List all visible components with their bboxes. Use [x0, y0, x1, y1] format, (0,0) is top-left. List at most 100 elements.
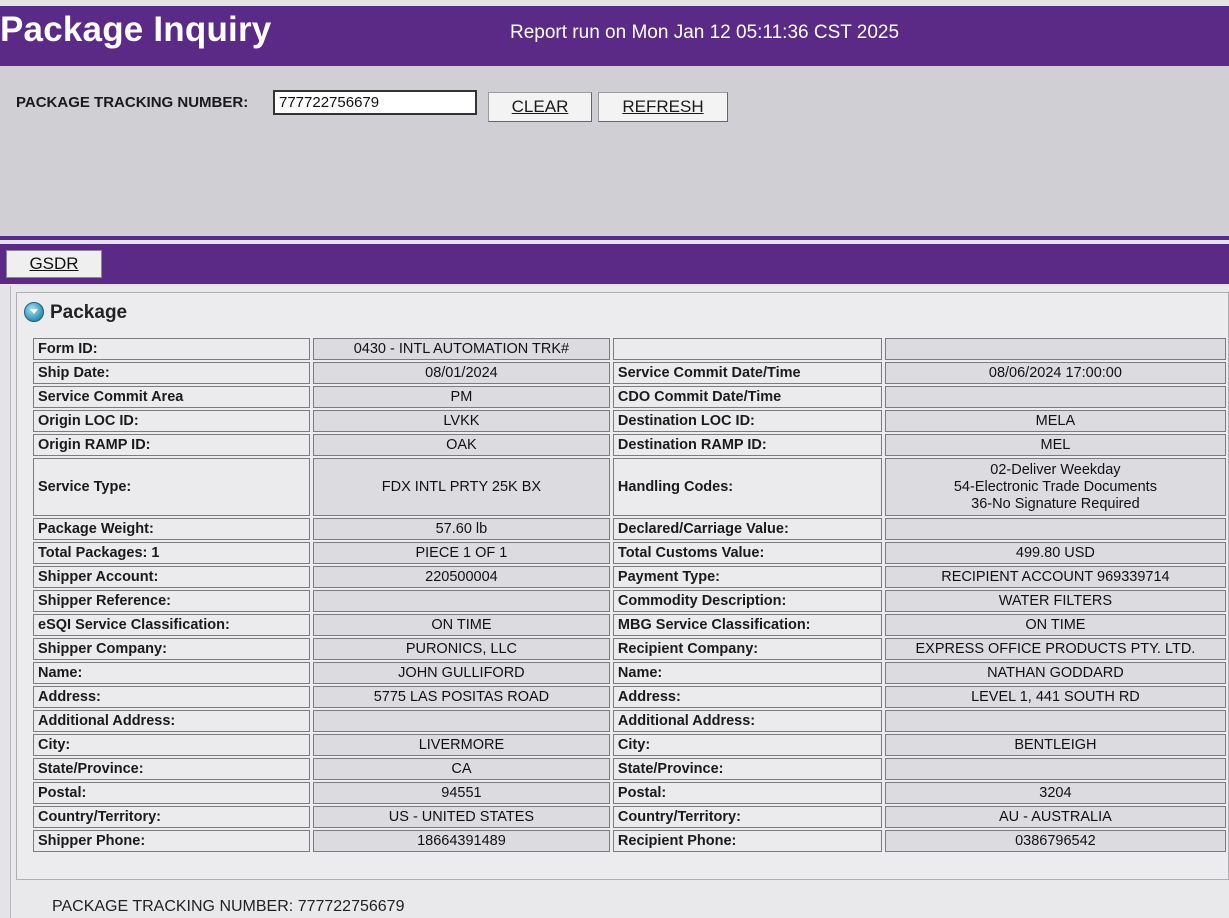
recipient-city-label: City: [612, 734, 882, 756]
table-row: City: LIVERMORE City: BENTLEIGH [33, 734, 1226, 756]
shipper-additional-address-value [312, 710, 610, 732]
package-weight-value: 57.60 lb [312, 518, 610, 540]
shipper-city-label: City: [33, 734, 310, 756]
origin-ramp-id-value: OAK [312, 434, 610, 456]
recipient-company-value: EXPRESS OFFICE PRODUCTS PTY. LTD. [884, 638, 1226, 660]
shipper-additional-address-label: Additional Address: [33, 710, 310, 732]
recipient-postal-value: 3204 [884, 782, 1226, 804]
destination-loc-id-label: Destination LOC ID: [612, 410, 882, 432]
recipient-country-label: Country/Territory: [612, 806, 882, 828]
shipper-company-value: PURONICS, LLC [312, 638, 610, 660]
recipient-additional-address-value [884, 710, 1226, 732]
shipper-address-label: Address: [33, 686, 310, 708]
shipper-company-label: Shipper Company: [33, 638, 310, 660]
shipper-phone-value: 18664391489 [312, 830, 610, 852]
tracking-number-input[interactable] [273, 90, 477, 115]
table-row: Country/Territory: US - UNITED STATES Co… [33, 806, 1226, 828]
total-customs-value-value: 499.80 USD [884, 542, 1226, 564]
total-packages-label: Total Packages: 1 [33, 542, 310, 564]
esqi-classification-label: eSQI Service Classification: [33, 614, 310, 636]
table-row: Origin LOC ID: LVKK Destination LOC ID: … [33, 410, 1226, 432]
service-type-label: Service Type: [33, 458, 310, 516]
recipient-country-value: AU - AUSTRALIA [884, 806, 1226, 828]
table-row: Service Type: FDX INTL PRTY 25K BX Handl… [33, 458, 1226, 516]
table-row: Total Packages: 1 PIECE 1 OF 1 Total Cus… [33, 542, 1226, 564]
shipper-country-value: US - UNITED STATES [312, 806, 610, 828]
recipient-phone-label: Recipient Phone: [612, 830, 882, 852]
table-row: Ship Date: 08/01/2024 Service Commit Dat… [33, 362, 1226, 384]
table-row: Package Weight: 57.60 lb Declared/Carria… [33, 518, 1226, 540]
handling-code-line: 54-Electronic Trade Documents [953, 478, 1157, 495]
service-commit-area-label: Service Commit Area [33, 386, 310, 408]
page-title: Package Inquiry [0, 10, 272, 49]
clear-button[interactable]: CLEAR [488, 92, 592, 122]
shipper-state-value: CA [312, 758, 610, 780]
service-commit-datetime-label: Service Commit Date/Time [612, 362, 882, 384]
destination-loc-id-value: MELA [884, 410, 1226, 432]
table-row: Name: JOHN GULLIFORD Name: NATHAN GODDAR… [33, 662, 1226, 684]
ship-date-value: 08/01/2024 [312, 362, 610, 384]
mbg-classification-value: ON TIME [884, 614, 1226, 636]
table-row: Shipper Company: PURONICS, LLC Recipient… [33, 638, 1226, 660]
service-commit-area-value: PM [312, 386, 610, 408]
empty-label [612, 338, 882, 360]
recipient-phone-value: 0386796542 [884, 830, 1226, 852]
recipient-additional-address-label: Additional Address: [612, 710, 882, 732]
shipper-account-label: Shipper Account: [33, 566, 310, 588]
footer-tracking-number: PACKAGE TRACKING NUMBER: 777722756679 [52, 898, 404, 916]
handling-codes-value: 02-Deliver Weekday 54-Electronic Trade D… [884, 458, 1226, 516]
tracking-number-label: PACKAGE TRACKING NUMBER: [16, 94, 249, 111]
table-row: Postal: 94551 Postal: 3204 [33, 782, 1226, 804]
recipient-address-label: Address: [612, 686, 882, 708]
shipper-phone-label: Shipper Phone: [33, 830, 310, 852]
recipient-city-value: BENTLEIGH [884, 734, 1226, 756]
declared-carriage-value-value [884, 518, 1226, 540]
footer-tracking-label: PACKAGE TRACKING NUMBER: [52, 898, 294, 915]
footer-tracking-value: 777722756679 [297, 898, 405, 915]
tab-bar [0, 244, 1229, 284]
shipper-city-value: LIVERMORE [312, 734, 610, 756]
shipper-account-value: 220500004 [312, 566, 610, 588]
service-type-value: FDX INTL PRTY 25K BX [312, 458, 610, 516]
package-weight-label: Package Weight: [33, 518, 310, 540]
mbg-classification-label: MBG Service Classification: [612, 614, 882, 636]
table-row: Shipper Phone: 18664391489 Recipient Pho… [33, 830, 1226, 852]
recipient-address-value: LEVEL 1, 441 SOUTH RD [884, 686, 1226, 708]
table-row: Shipper Reference: Commodity Description… [33, 590, 1226, 612]
declared-carriage-value-label: Declared/Carriage Value: [612, 518, 882, 540]
table-row: Additional Address: Additional Address: [33, 710, 1226, 732]
commodity-description-label: Commodity Description: [612, 590, 882, 612]
shipper-name-value: JOHN GULLIFORD [312, 662, 610, 684]
recipient-postal-label: Postal: [612, 782, 882, 804]
recipient-state-value [884, 758, 1226, 780]
empty-value [884, 338, 1226, 360]
ship-date-label: Ship Date: [33, 362, 310, 384]
shipper-postal-label: Postal: [33, 782, 310, 804]
total-packages-value: PIECE 1 OF 1 [312, 542, 610, 564]
origin-ramp-id-label: Origin RAMP ID: [33, 434, 310, 456]
report-run-timestamp: Report run on Mon Jan 12 05:11:36 CST 20… [510, 22, 900, 43]
handling-codes-label: Handling Codes: [612, 458, 882, 516]
package-details-table: Form ID: 0430 - INTL AUTOMATION TRK# Shi… [30, 336, 1229, 854]
shipper-address-value: 5775 LAS POSITAS ROAD [312, 686, 610, 708]
total-customs-value-label: Total Customs Value: [612, 542, 882, 564]
table-row: Address: 5775 LAS POSITAS ROAD Address: … [33, 686, 1226, 708]
shipper-state-label: State/Province: [33, 758, 310, 780]
refresh-button[interactable]: REFRESH [598, 92, 728, 122]
expand-collapse-icon[interactable] [24, 302, 44, 322]
section-title: Package [50, 302, 128, 323]
esqi-classification-value: ON TIME [312, 614, 610, 636]
recipient-company-label: Recipient Company: [612, 638, 882, 660]
commodity-description-value: WATER FILTERS [884, 590, 1226, 612]
table-row: Form ID: 0430 - INTL AUTOMATION TRK# [33, 338, 1226, 360]
cdo-commit-datetime-value [884, 386, 1226, 408]
origin-loc-id-value: LVKK [312, 410, 610, 432]
recipient-name-value: NATHAN GODDARD [884, 662, 1226, 684]
recipient-state-label: State/Province: [612, 758, 882, 780]
form-id-label: Form ID: [33, 338, 310, 360]
shipper-reference-value [312, 590, 610, 612]
handling-code-line: 02-Deliver Weekday [990, 461, 1121, 478]
handling-code-line: 36-No Signature Required [971, 495, 1140, 512]
recipient-name-label: Name: [612, 662, 882, 684]
tab-gsdr[interactable]: GSDR [6, 250, 102, 278]
